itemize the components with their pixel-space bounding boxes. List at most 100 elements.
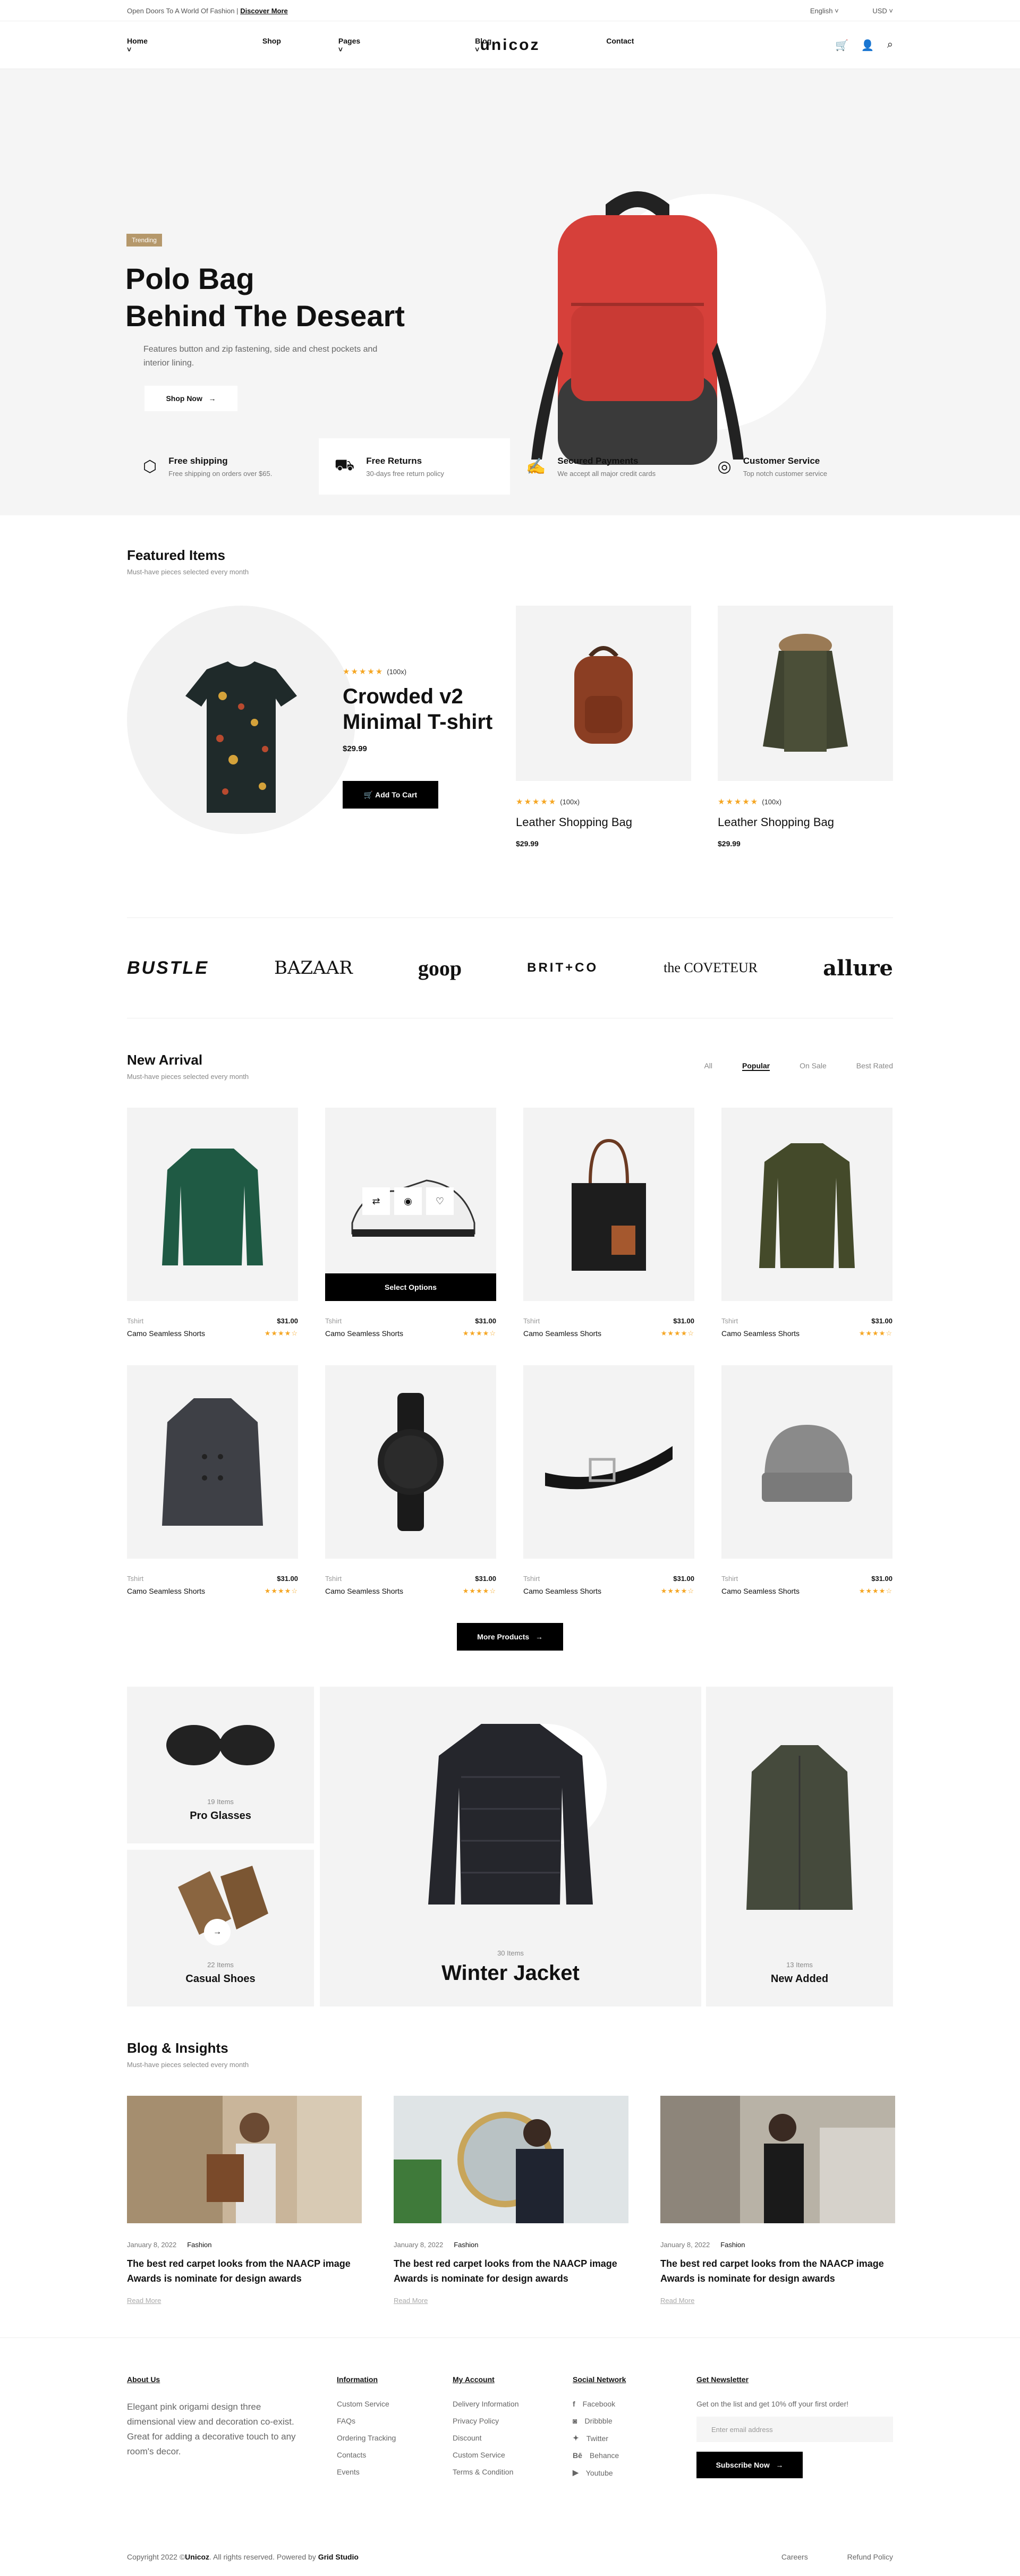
product-image[interactable] [523, 1108, 694, 1301]
footer-link[interactable]: Contacts [337, 2451, 453, 2459]
blog-post[interactable]: January 8, 2022 Fashion The best red carp… [394, 2096, 628, 2305]
logo[interactable]: unicoz [424, 36, 596, 54]
brand-logo[interactable]: allure [823, 956, 893, 981]
social-behance[interactable]: Bē Behance [573, 2451, 696, 2460]
product-card[interactable]: Tshirt $31.00 Camo Seamless Shorts ★★★★☆ [523, 1108, 694, 1365]
product-name[interactable]: Camo Seamless Shorts [325, 1329, 403, 1338]
blog-post[interactable]: January 8, 2022 Fashion The best red carp… [660, 2096, 895, 2305]
blog-image[interactable] [660, 2096, 895, 2223]
puffer-jacket-image [428, 1724, 593, 1905]
product-image[interactable] [325, 1365, 496, 1559]
nav-pages[interactable]: Pages ˅ [338, 37, 418, 54]
footer-link[interactable]: Custom Service [337, 2400, 453, 2408]
careers-link[interactable]: Careers [781, 2553, 808, 2561]
add-to-cart-button[interactable]: 🛒 Add To Cart [343, 781, 438, 809]
select-options-button[interactable]: Select Options [325, 1273, 496, 1301]
product-card[interactable]: Tshirt $31.00 Camo Seamless Shorts ★★★★☆ [325, 1365, 496, 1623]
social-dribbble[interactable]: ◙ Dribbble [573, 2417, 696, 2425]
more-products-button[interactable]: More Products → [457, 1623, 563, 1651]
social-twitter[interactable]: ✦ Twitter [573, 2434, 696, 2443]
footer-social: Social Network f Facebook ◙ Dribbble ✦ Twit… [573, 2375, 696, 2486]
studio-link[interactable]: Grid Studio [318, 2553, 359, 2561]
currency-select[interactable]: USD ˅ [856, 7, 893, 15]
refund-policy-link[interactable]: Refund Policy [847, 2553, 893, 2561]
tab-popular[interactable]: Popular [742, 1061, 770, 1071]
product-card[interactable]: Tshirt $31.00 Camo Seamless Shorts ★★★★☆ [721, 1108, 892, 1365]
social-facebook[interactable]: f Facebook [573, 2400, 696, 2408]
footer-link[interactable]: Events [337, 2468, 453, 2476]
search-icon[interactable]: ⌕ [887, 39, 893, 52]
featured-card[interactable]: ★★★★★ (100x) Leather Shopping Bag $29.99 [516, 606, 691, 848]
product-name[interactable]: Leather Shopping Bag [718, 814, 835, 831]
category-new-added[interactable]: 13 Items New Added [706, 1687, 893, 2007]
blog-image[interactable] [127, 2096, 362, 2223]
shop-now-button[interactable]: Shop Now → [144, 386, 237, 411]
product-image[interactable] [516, 606, 691, 781]
product-image[interactable] [127, 1108, 298, 1301]
wishlist-icon[interactable]: ♡ [426, 1187, 454, 1215]
product-name[interactable]: Camo Seamless Shorts [127, 1329, 205, 1338]
footer-link[interactable]: Terms & Condition [453, 2468, 573, 2476]
product-image[interactable] [718, 606, 893, 781]
subscribe-button[interactable]: Subscribe Now → [696, 2452, 803, 2478]
footer-link[interactable]: Discount [453, 2434, 573, 2442]
tab-best-rated[interactable]: Best Rated [856, 1061, 893, 1071]
read-more-link[interactable]: Read More [660, 2297, 895, 2305]
product-name[interactable]: Camo Seamless Shorts [127, 1587, 205, 1595]
product-name[interactable]: Camo Seamless Shorts [721, 1329, 800, 1338]
product-card[interactable]: Tshirt $31.00 Camo Seamless Shorts ★★★★☆ [127, 1365, 298, 1623]
nav-shop[interactable]: Shop [262, 37, 281, 54]
language-select[interactable]: English ˅ [794, 7, 839, 15]
brand-logo[interactable]: BRIT+CO [527, 960, 598, 975]
blog-post-title[interactable]: The best red carpet looks from the NAACP… [660, 2256, 895, 2286]
blog-post[interactable]: January 8, 2022 Fashion The best red carp… [127, 2096, 362, 2305]
product-title[interactable]: Crowded v2 Minimal T-shirt [343, 684, 492, 735]
brand-logo[interactable]: goop [418, 956, 462, 981]
footer-link[interactable]: Privacy Policy [453, 2417, 573, 2425]
product-name[interactable]: Camo Seamless Shorts [325, 1587, 403, 1595]
discover-more-link[interactable]: Discover More [240, 7, 288, 15]
product-name[interactable]: Camo Seamless Shorts [721, 1587, 800, 1595]
product-card[interactable]: Tshirt $31.00 Camo Seamless Shorts ★★★★☆ [721, 1365, 892, 1623]
read-more-link[interactable]: Read More [394, 2297, 628, 2305]
blog-image[interactable] [394, 2096, 628, 2223]
blog-post-title[interactable]: The best red carpet looks from the NAACP… [394, 2256, 628, 2286]
blog-post-title[interactable]: The best red carpet looks from the NAACP… [127, 2256, 362, 2286]
category-winter-jacket[interactable]: 30 Items Winter Jacket [320, 1687, 701, 2007]
product-image[interactable] [127, 1365, 298, 1559]
product-card[interactable]: Tshirt $31.00 Camo Seamless Shorts ★★★★☆ [127, 1108, 298, 1365]
tab-all[interactable]: All [704, 1061, 712, 1071]
footer-link[interactable]: FAQs [337, 2417, 453, 2425]
footer-link[interactable]: Custom Service [453, 2451, 573, 2459]
footer-link[interactable]: Delivery Information [453, 2400, 573, 2408]
tab-on-sale[interactable]: On Sale [800, 1061, 827, 1071]
user-icon[interactable]: 👤 [861, 39, 874, 52]
product-name[interactable]: Leather Shopping Bag [516, 814, 633, 831]
nav-home[interactable]: Home ˅ [127, 37, 205, 54]
brand-logo[interactable]: the COVETEUR [664, 960, 758, 976]
product-price: $29.99 [516, 839, 539, 848]
product-image[interactable]: ⇄ ◉ ♡ Select Options [325, 1108, 496, 1301]
cart-icon[interactable]: 🛒 [835, 39, 848, 52]
product-name[interactable]: Camo Seamless Shorts [523, 1329, 601, 1338]
product-card[interactable]: Tshirt $31.00 Camo Seamless Shorts ★★★★☆ [523, 1365, 694, 1623]
featured-card[interactable]: ★★★★★ (100x) Leather Shopping Bag $29.99 [718, 606, 893, 848]
arrow-right-icon[interactable]: → [204, 1919, 231, 1945]
blog-title: Blog & Insights [127, 2040, 228, 2056]
product-image[interactable] [721, 1365, 892, 1559]
category-shoes[interactable]: → 22 Items Casual Shoes [127, 1850, 314, 2007]
product-name[interactable]: Camo Seamless Shorts [523, 1587, 601, 1595]
product-card[interactable]: ⇄ ◉ ♡ Select Options Tshirt $31.00 Camo S… [325, 1108, 496, 1365]
product-image[interactable] [721, 1108, 892, 1301]
social-youtube[interactable]: ▶ Youtube [573, 2468, 696, 2477]
read-more-link[interactable]: Read More [127, 2297, 362, 2305]
product-image[interactable] [523, 1365, 694, 1559]
brand-logo[interactable]: BUSTLE [127, 958, 209, 979]
footer-link[interactable]: Ordering Tracking [337, 2434, 453, 2442]
quick-view-icon[interactable]: ◉ [394, 1187, 422, 1215]
category-glasses[interactable]: 19 Items Pro Glasses [127, 1687, 314, 1843]
youtube-icon: ▶ [573, 2468, 579, 2477]
email-input[interactable]: Enter email address [696, 2417, 893, 2442]
compare-icon[interactable]: ⇄ [362, 1187, 390, 1215]
brand-logo[interactable]: BAZAAR [274, 957, 353, 979]
